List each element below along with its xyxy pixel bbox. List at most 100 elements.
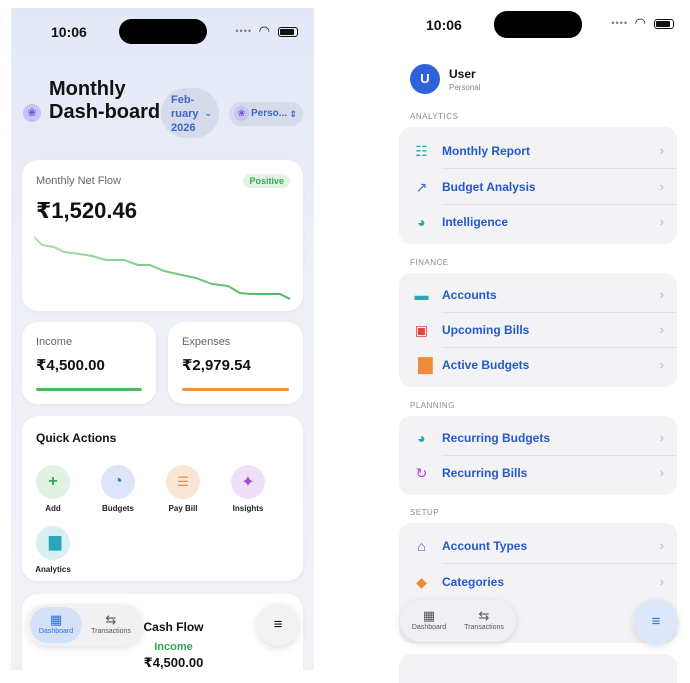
tab-dashboard-label: Dashboard	[38, 628, 74, 635]
plus-icon: +	[36, 465, 70, 499]
menu-item-label: Budget Analysis	[442, 180, 536, 194]
menu-item-label: Intelligence	[442, 215, 509, 229]
menu-item-intelligence[interactable]: ◕ Intelligence ›	[399, 205, 677, 240]
net-flow-label: Monthly Net Flow	[36, 175, 121, 187]
section-header-planning: PLANNING	[410, 401, 455, 410]
cash-flow-income-amount: ₹4,500.00	[143, 655, 204, 670]
month-label-line3: 2026	[171, 122, 196, 134]
quick-action-pay-bill[interactable]: ☰ Pay Bill	[158, 465, 208, 513]
menu-item-label: Categories	[442, 575, 505, 589]
quick-action-label: Add	[45, 504, 61, 513]
wifi-icon: ◠	[258, 23, 270, 38]
user-subtitle: Personal	[449, 83, 481, 92]
net-flow-amount: ₹1,520.46	[36, 198, 137, 223]
planning-group: ◕ Recurring Budgets › ↻ Recurring Bills …	[399, 416, 677, 495]
quick-action-label: Insights	[232, 504, 264, 513]
income-label: Income	[36, 336, 73, 348]
persona-label: Perso...	[251, 108, 288, 119]
tab-bar: ▦ Dashboard ⇆ Transactions	[27, 604, 143, 646]
menu-item-upcoming-bills[interactable]: ▣ Upcoming Bills ›	[399, 313, 677, 348]
persona-selector[interactable]: ❀ Perso... ⇕	[229, 102, 303, 126]
menu-button-active[interactable]: ≡	[634, 600, 678, 644]
menu-item-label: Monthly Report	[442, 144, 530, 158]
tag-icon: ◆	[416, 574, 427, 590]
battery-icon	[278, 27, 298, 37]
bar-chart-icon: ▐█	[36, 526, 70, 560]
menu-item-active-budgets[interactable]: ▐█ Active Budgets ›	[399, 348, 677, 383]
menu-item-budget-analysis[interactable]: ↗ Budget Analysis ›	[399, 170, 677, 205]
settings-group-partial	[399, 654, 677, 683]
income-amount: ₹4,500.00	[36, 357, 105, 374]
pie-chart-icon: ◕	[417, 214, 426, 230]
quick-action-analytics[interactable]: ▐█ Analytics	[28, 526, 78, 574]
quick-action-budgets[interactable]: ◔ Budgets	[93, 465, 143, 513]
status-badge: Positive	[243, 174, 290, 188]
pie-chart-icon: ◕	[417, 430, 426, 446]
expenses-bar	[182, 388, 289, 391]
menu-item-recurring-budgets[interactable]: ◕ Recurring Budgets ›	[399, 421, 677, 456]
signal-icon: ••••	[611, 18, 628, 28]
menu-screen: 10:06 •••• ◠ U User Personal ANALYTICS ☷…	[386, 0, 690, 683]
expenses-label: Expenses	[182, 336, 231, 348]
chevron-right-icon: ›	[659, 214, 664, 229]
tab-dashboard[interactable]: ▦ Dashboard	[403, 603, 455, 639]
month-selector[interactable]: Feb- ruary 2026 ⌄	[161, 88, 219, 138]
tab-transactions[interactable]: ⇆ Transactions	[85, 607, 137, 643]
quick-action-label: Pay Bill	[168, 504, 198, 513]
menu-item-accounts[interactable]: ▬ Accounts ›	[399, 278, 677, 313]
menu-item-label: Upcoming Bills	[442, 323, 530, 337]
net-flow-card[interactable]: Monthly Net Flow Positive ₹1,520.46	[22, 160, 303, 311]
menu-item-label: Accounts	[442, 288, 497, 302]
sparkles-icon: ✦	[231, 465, 265, 499]
divider	[442, 563, 677, 564]
user-name: User	[449, 67, 476, 81]
status-bar: 10:06 •••• ◠	[11, 8, 314, 54]
quick-action-insights[interactable]: ✦ Insights	[223, 465, 273, 513]
quick-action-add[interactable]: + Add	[28, 465, 78, 513]
menu-item-monthly-report[interactable]: ☷ Monthly Report ›	[399, 134, 677, 169]
menu-icon: ≡	[651, 613, 661, 630]
chevron-updown-icon: ⇕	[289, 109, 297, 119]
divider	[442, 168, 677, 169]
arrows-swap-icon: ⇆	[105, 612, 117, 627]
arrows-swap-icon: ⇆	[478, 608, 490, 623]
tab-transactions[interactable]: ⇆ Transactions	[458, 603, 510, 639]
chevron-right-icon: ›	[659, 357, 664, 372]
chevron-right-icon: ›	[659, 465, 664, 480]
menu-item-label: Account Types	[442, 539, 528, 553]
repeat-icon: ↻	[415, 465, 428, 481]
profile-avatar-icon[interactable]: ❀	[23, 104, 41, 122]
bar-chart-icon: ▐█	[413, 357, 433, 373]
quick-actions-title: Quick Actions	[36, 431, 117, 445]
net-flow-sparkline	[34, 236, 291, 300]
menu-item-label: Active Budgets	[442, 358, 530, 372]
menu-item-account-types[interactable]: ⌂ Account Types ›	[399, 529, 677, 564]
tab-transactions-label: Transactions	[464, 624, 504, 631]
bank-icon: ⌂	[417, 538, 426, 554]
income-card[interactable]: Income ₹4,500.00	[22, 322, 156, 404]
wifi-icon: ◠	[634, 15, 646, 30]
user-avatar[interactable]: U	[410, 64, 440, 94]
menu-button[interactable]: ≡	[257, 604, 299, 646]
section-header-finance: FINANCE	[410, 258, 449, 267]
chevron-right-icon: ›	[659, 287, 664, 302]
page-title: Monthly Dash-board	[49, 78, 161, 123]
chevron-right-icon: ›	[659, 143, 664, 158]
battery-icon	[654, 19, 674, 29]
expenses-card[interactable]: Expenses ₹2,979.54	[168, 322, 303, 404]
analytics-group: ☷ Monthly Report › ↗ Budget Analysis › ◕…	[399, 127, 677, 244]
income-bar	[36, 388, 142, 391]
chevron-right-icon: ›	[659, 179, 664, 194]
section-header-analytics: ANALYTICS	[410, 112, 459, 121]
menu-item-categories[interactable]: ◆ Categories ›	[399, 565, 677, 600]
tab-dashboard[interactable]: ▦ Dashboard	[30, 607, 82, 643]
signal-icon: ••••	[235, 26, 252, 36]
tab-bar: ▦ Dashboard ⇆ Transactions	[400, 600, 516, 642]
menu-item-label: Recurring Budgets	[442, 431, 551, 445]
menu-item-recurring-bills[interactable]: ↻ Recurring Bills ›	[399, 456, 677, 491]
finance-group: ▬ Accounts › ▣ Upcoming Bills › ▐█ Activ…	[399, 273, 677, 387]
menu-icon: ≡	[273, 616, 283, 633]
grid-icon: ▦	[49, 612, 63, 627]
status-time: 10:06	[51, 24, 87, 40]
status-bar: 10:06 •••• ◠	[386, 0, 690, 46]
